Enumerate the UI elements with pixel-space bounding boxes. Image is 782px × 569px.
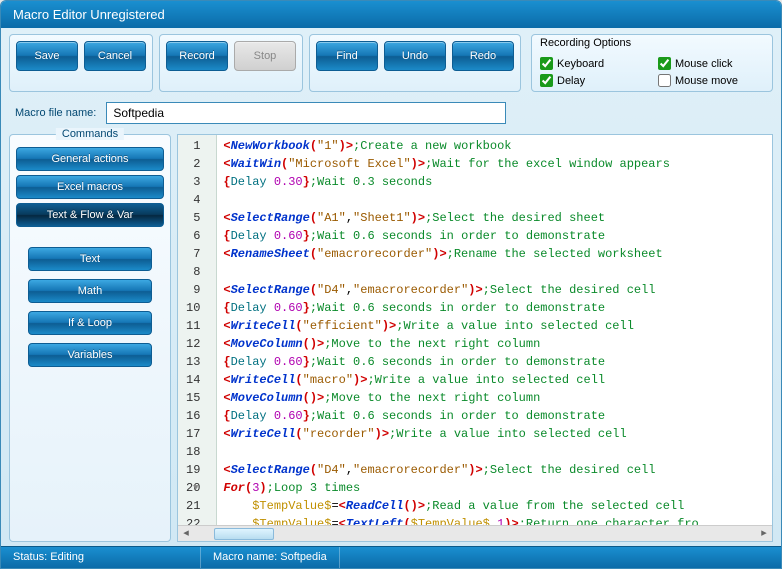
code-line[interactable] <box>223 443 766 461</box>
mouseclick-label: Mouse click <box>675 58 732 70</box>
keyboard-checkbox[interactable]: Keyboard <box>540 57 646 70</box>
code-line[interactable]: For(3);Loop 3 times <box>223 479 766 497</box>
commands-legend: Commands <box>56 128 124 140</box>
toolbar: Save Cancel Record Stop Find Undo Redo R… <box>1 28 781 96</box>
delay-label: Delay <box>557 75 585 87</box>
keyboard-checkbox-input[interactable] <box>540 57 553 70</box>
code-line[interactable]: <NewWorkbook("1")>;Create a new workbook <box>223 137 766 155</box>
status-left: Status: Editing <box>1 547 201 568</box>
file-buttons: Save Cancel <box>9 34 153 92</box>
stop-button: Stop <box>234 41 296 71</box>
delay-checkbox-input[interactable] <box>540 74 553 87</box>
filename-input[interactable] <box>106 102 506 124</box>
delay-checkbox[interactable]: Delay <box>540 74 646 87</box>
recording-options: Recording Options Keyboard Mouse click D… <box>531 34 773 92</box>
keyboard-label: Keyboard <box>557 58 604 70</box>
recording-legend: Recording Options <box>540 37 631 49</box>
line-gutter: 1234567891011121314151617181920▼2122 <box>178 135 217 525</box>
scroll-left-icon[interactable]: ◂ <box>178 526 194 541</box>
command-group-text-flow-var[interactable]: Text & Flow & Var <box>16 203 164 227</box>
mouseclick-checkbox[interactable]: Mouse click <box>658 57 764 70</box>
code-area[interactable]: <NewWorkbook("1")>;Create a new workbook… <box>217 135 772 525</box>
fold-icon[interactable]: ▼ <box>193 479 198 497</box>
code-line[interactable]: <WriteCell("recorder")>;Write a value in… <box>223 425 766 443</box>
statusbar: Status: Editing Macro name: Softpedia <box>1 546 781 568</box>
code-line[interactable]: {Delay 0.60};Wait 0.6 seconds in order t… <box>223 227 766 245</box>
code-editor[interactable]: 1234567891011121314151617181920▼2122 <Ne… <box>177 134 773 542</box>
edit-buttons: Find Undo Redo <box>309 34 521 92</box>
mousemove-checkbox-input[interactable] <box>658 74 671 87</box>
record-button[interactable]: Record <box>166 41 228 71</box>
mousemove-label: Mouse move <box>675 75 738 87</box>
code-line[interactable]: <WaitWin("Microsoft Excel")>;Wait for th… <box>223 155 766 173</box>
find-button[interactable]: Find <box>316 41 378 71</box>
command-group-general-actions[interactable]: General actions <box>16 147 164 171</box>
command-math[interactable]: Math <box>28 279 152 303</box>
code-line[interactable]: <WriteCell("efficient")>;Write a value i… <box>223 317 766 335</box>
code-line[interactable]: <WriteCell("macro")>;Write a value into … <box>223 371 766 389</box>
filename-label: Macro file name: <box>15 107 96 119</box>
redo-button[interactable]: Redo <box>452 41 514 71</box>
scroll-right-icon[interactable]: ▸ <box>756 526 772 541</box>
code-line[interactable]: <RenameSheet("emacrorecorder")>;Rename t… <box>223 245 766 263</box>
horizontal-scrollbar[interactable]: ◂ ▸ <box>178 525 772 541</box>
code-line[interactable] <box>223 263 766 281</box>
mousemove-checkbox[interactable]: Mouse move <box>658 74 764 87</box>
main: Commands General actionsExcel macrosText… <box>1 134 781 546</box>
app-window: Macro Editor Unregistered Save Cancel Re… <box>0 0 782 569</box>
code-line[interactable]: $TempValue$=<TextLeft($TempValue$,1)>;Re… <box>223 515 766 525</box>
record-buttons: Record Stop <box>159 34 303 92</box>
code-line[interactable]: {Delay 0.60};Wait 0.6 seconds in order t… <box>223 299 766 317</box>
status-right: Macro name: Softpedia <box>201 547 340 568</box>
code-line[interactable]: $TempValue$=<ReadCell()>;Read a value fr… <box>223 497 766 515</box>
mouseclick-checkbox-input[interactable] <box>658 57 671 70</box>
code-line[interactable] <box>223 191 766 209</box>
commands-panel: Commands General actionsExcel macrosText… <box>9 134 171 542</box>
code-line[interactable]: <MoveColumn()>;Move to the next right co… <box>223 389 766 407</box>
code-line[interactable]: <SelectRange("D4","emacrorecorder")>;Sel… <box>223 461 766 479</box>
command-text[interactable]: Text <box>28 247 152 271</box>
code-line[interactable]: <SelectRange("A1","Sheet1")>;Select the … <box>223 209 766 227</box>
command-variables[interactable]: Variables <box>28 343 152 367</box>
cancel-button[interactable]: Cancel <box>84 41 146 71</box>
code-line[interactable]: {Delay 0.60};Wait 0.6 seconds in order t… <box>223 407 766 425</box>
command-if-loop[interactable]: If & Loop <box>28 311 152 335</box>
command-group-excel-macros[interactable]: Excel macros <box>16 175 164 199</box>
scroll-thumb[interactable] <box>214 528 274 540</box>
code-line[interactable]: <MoveColumn()>;Move to the next right co… <box>223 335 766 353</box>
undo-button[interactable]: Undo <box>384 41 446 71</box>
code-line[interactable]: {Delay 0.30};Wait 0.3 seconds <box>223 173 766 191</box>
code-line[interactable]: <SelectRange("D4","emacrorecorder")>;Sel… <box>223 281 766 299</box>
save-button[interactable]: Save <box>16 41 78 71</box>
titlebar[interactable]: Macro Editor Unregistered <box>1 1 781 28</box>
code-line[interactable]: {Delay 0.60};Wait 0.6 seconds in order t… <box>223 353 766 371</box>
